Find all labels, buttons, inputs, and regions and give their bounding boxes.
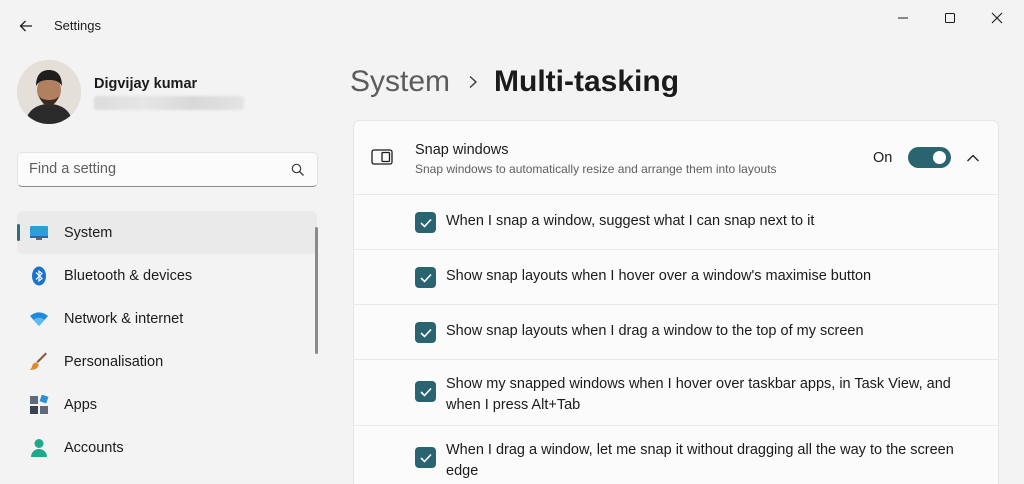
search-box[interactable] (17, 152, 318, 187)
chevron-up-icon (967, 154, 979, 162)
snap-windows-header[interactable]: Snap windows Snap windows to automatical… (354, 121, 998, 195)
sidebar-item-label: Apps (64, 396, 98, 413)
apps-icon (29, 394, 49, 415)
profile-name: Digvijay kumar (94, 76, 198, 92)
snap-option-label: When I snap a window, suggest what I can… (446, 213, 815, 229)
paintbrush-icon (29, 352, 49, 372)
back-button[interactable] (12, 12, 40, 40)
minimize-icon (898, 17, 908, 19)
search-input[interactable] (29, 161, 279, 177)
page-title: Multi-tasking (494, 65, 680, 98)
snap-option-label: When I drag a window, let me snap it wit… (446, 442, 954, 479)
checkmark-icon (419, 328, 432, 338)
checkmark-icon (419, 453, 432, 463)
checkmark-icon (419, 273, 432, 283)
search-icon[interactable] (291, 163, 305, 177)
sidebar-item-network[interactable]: Network & internet (17, 297, 317, 340)
sidebar-item-system[interactable]: System (17, 211, 317, 254)
snap-option-checkbox[interactable] (415, 212, 436, 233)
snap-windows-title: Snap windows (415, 142, 509, 158)
breadcrumb-parent[interactable]: System (350, 65, 450, 99)
snap-option-label: Show snap layouts when I drag a window t… (446, 323, 864, 339)
snap-option-label: Show snap layouts when I hover over a wi… (446, 268, 872, 284)
toggle-state-label: On (873, 150, 893, 166)
avatar-photo-icon (17, 60, 81, 124)
toggle-knob (933, 151, 946, 164)
sidebar-item-label: Personalisation (64, 353, 164, 370)
checkmark-icon (419, 218, 432, 228)
checkmark-icon (419, 387, 432, 397)
person-icon (29, 438, 49, 458)
sidebar-item-bluetooth[interactable]: Bluetooth & devices (17, 254, 317, 297)
snap-option-row[interactable]: When I drag a window, let me snap it wit… (354, 426, 998, 484)
maximize-icon (945, 13, 955, 23)
snap-layout-icon (371, 149, 393, 165)
close-icon (991, 12, 1003, 24)
snap-option-row[interactable]: Show my snapped windows when I hover ove… (354, 360, 998, 426)
breadcrumb: System Multi-tasking (350, 60, 679, 104)
title-bar: Settings (0, 0, 1024, 52)
minimize-button[interactable] (880, 4, 926, 32)
chevron-right-icon (468, 75, 478, 89)
bluetooth-icon (29, 266, 49, 286)
snap-option-checkbox[interactable] (415, 267, 436, 288)
snap-option-row[interactable]: Show snap layouts when I drag a window t… (354, 305, 998, 360)
close-button[interactable] (974, 4, 1020, 32)
wifi-icon (29, 309, 49, 329)
snap-windows-card: Snap windows Snap windows to automatical… (353, 120, 999, 484)
app-title: Settings (54, 18, 101, 33)
maximize-button[interactable] (927, 4, 973, 32)
sidebar-item-accounts[interactable]: Accounts (17, 426, 317, 469)
sidebar-scrollbar[interactable] (315, 227, 318, 354)
back-arrow-icon (19, 20, 32, 32)
sidebar-item-apps[interactable]: Apps (17, 383, 317, 426)
profile-email-redacted (94, 96, 244, 110)
sidebar-item-label: Accounts (64, 439, 124, 456)
snap-windows-description: Snap windows to automatically resize and… (415, 162, 777, 176)
avatar[interactable] (17, 60, 81, 124)
snap-option-row[interactable]: When I snap a window, suggest what I can… (354, 195, 998, 250)
sidebar-item-label: System (64, 224, 113, 241)
sidebar-nav: System Bluetooth & devices Network & int… (17, 211, 317, 469)
sidebar-item-label: Bluetooth & devices (64, 267, 193, 284)
sidebar-item-personalisation[interactable]: Personalisation (17, 340, 317, 383)
snap-option-checkbox[interactable] (415, 322, 436, 343)
sidebar-item-label: Network & internet (64, 310, 184, 327)
collapse-button[interactable] (964, 149, 982, 167)
snap-windows-toggle[interactable] (908, 147, 951, 168)
snap-option-checkbox[interactable] (415, 381, 436, 402)
snap-option-checkbox[interactable] (415, 447, 436, 468)
snap-option-label: Show my snapped windows when I hover ove… (446, 376, 951, 413)
snap-option-row[interactable]: Show snap layouts when I hover over a wi… (354, 250, 998, 305)
system-display-icon (29, 223, 49, 243)
